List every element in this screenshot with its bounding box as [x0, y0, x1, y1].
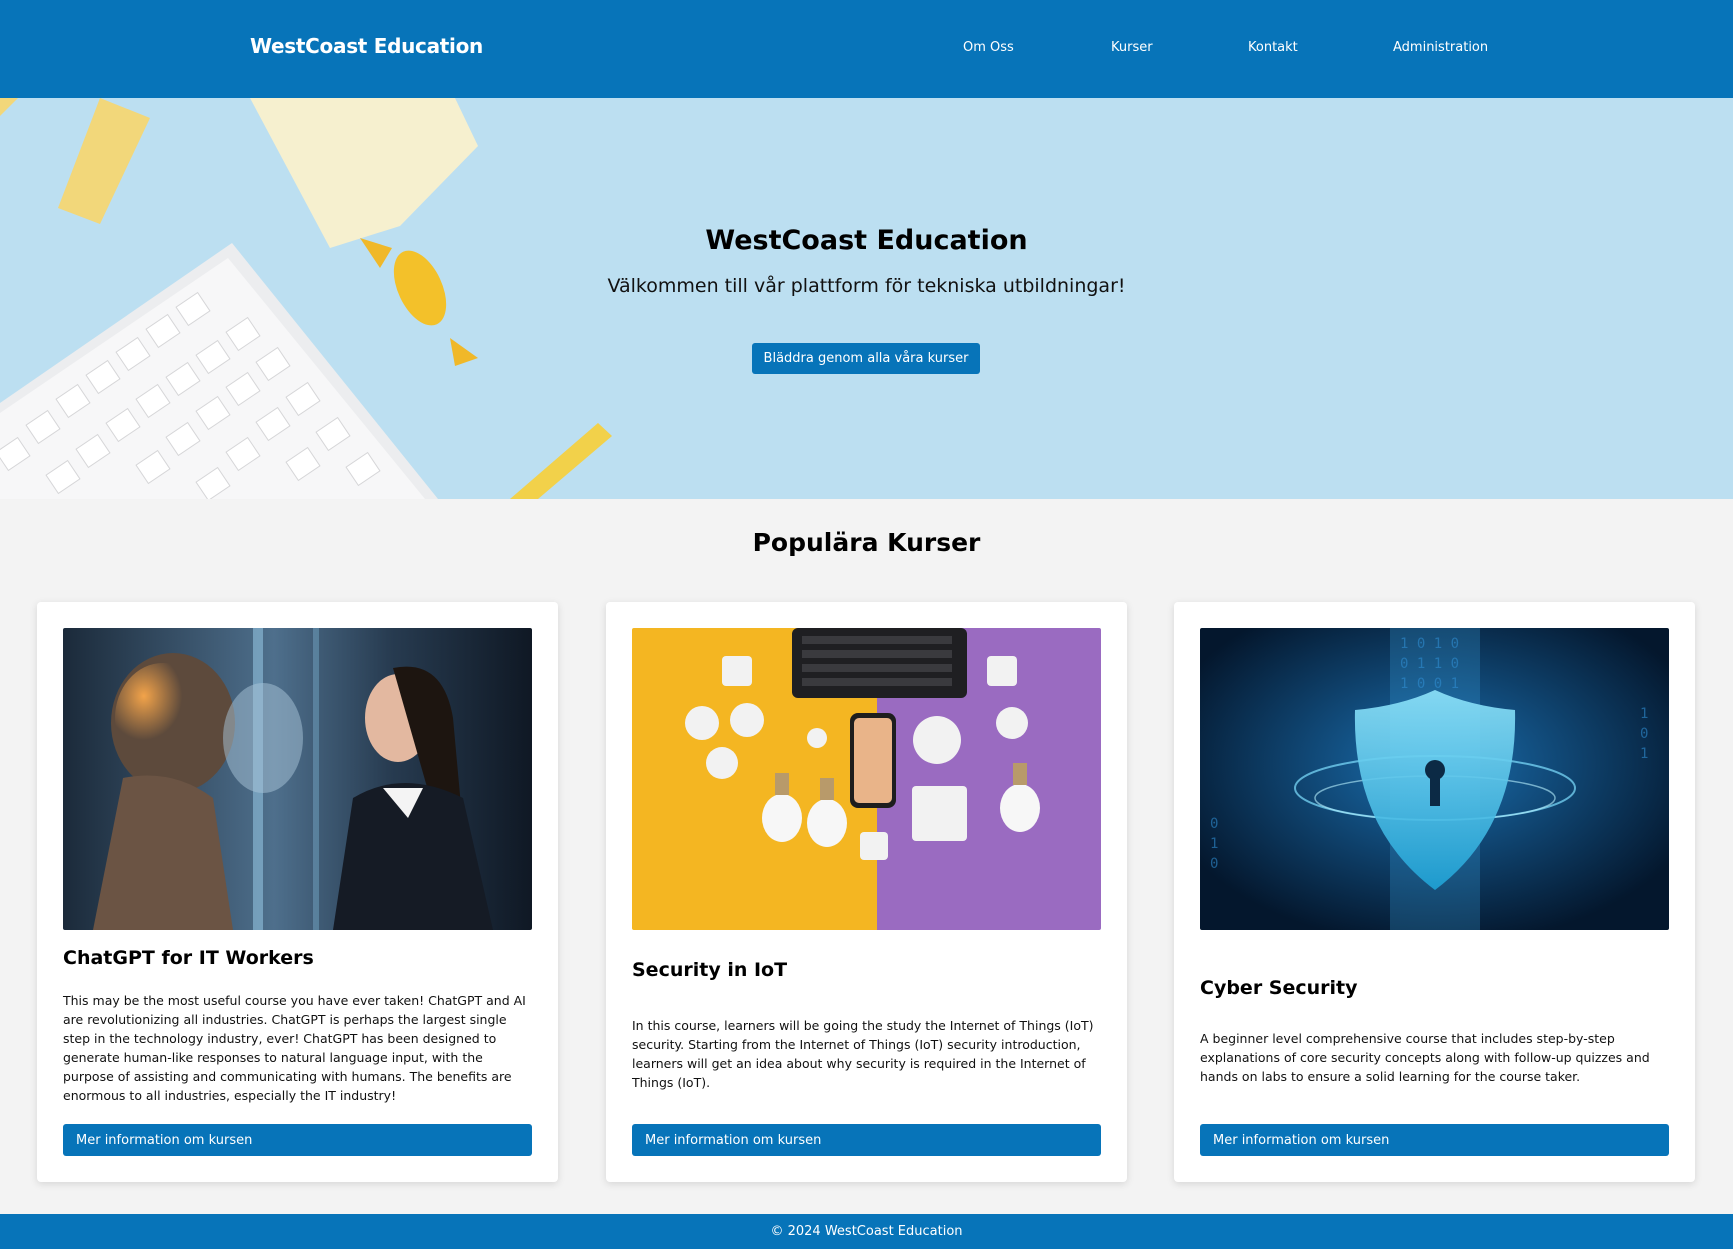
nav-kontakt[interactable]: Kontakt	[1248, 40, 1298, 55]
ai-robot-and-woman-image	[63, 628, 532, 930]
hero-desk-image	[0, 98, 612, 499]
svg-text:1: 1	[1640, 706, 1648, 722]
site-header: WestCoast Education Om Oss Kurser Kontak…	[0, 0, 1733, 98]
hero-banner: WestCoast Education Välkommen till vår p…	[0, 98, 1733, 499]
more-info-button[interactable]: Mer information om kursen	[632, 1124, 1101, 1156]
hero-subtitle: Välkommen till vår plattform för teknisk…	[607, 275, 1126, 297]
hero-title: WestCoast Education	[705, 225, 1028, 256]
course-card-chatgpt: ChatGPT for IT Workers This may be the m…	[37, 602, 558, 1182]
course-description: A beginner level comprehensive course th…	[1200, 1031, 1650, 1084]
svg-text:1: 1	[1210, 836, 1218, 852]
brand-logo[interactable]: WestCoast Education	[250, 34, 483, 58]
course-title: Cyber Security	[1200, 977, 1358, 999]
nav-administration[interactable]: Administration	[1393, 40, 1488, 55]
iot-devices-image	[632, 628, 1101, 930]
popular-courses-heading: Populära Kurser	[752, 528, 981, 557]
more-info-button[interactable]: Mer information om kursen	[63, 1124, 532, 1156]
svg-text:0: 0	[1210, 816, 1218, 832]
svg-text:0: 0	[1210, 856, 1218, 872]
nav-kurser[interactable]: Kurser	[1111, 40, 1153, 55]
course-description: This may be the most useful course you h…	[63, 993, 526, 1103]
course-title: Security in IoT	[632, 959, 788, 981]
course-description: In this course, learners will be going t…	[632, 1018, 1094, 1090]
svg-text:1: 1	[1640, 746, 1648, 762]
site-footer: © 2024 WestCoast Education	[0, 1214, 1733, 1249]
footer-copyright: © 2024 WestCoast Education	[770, 1224, 963, 1239]
course-title: ChatGPT for IT Workers	[63, 947, 314, 969]
course-card-iot: Security in IoT In this course, learners…	[606, 602, 1127, 1182]
more-info-button[interactable]: Mer information om kursen	[1200, 1124, 1669, 1156]
svg-text:1 0 1 0: 1 0 1 0	[1400, 636, 1459, 652]
security-shield-image: 1 0 1 0 0 1 1 0 1 0 0 1 1 0 1 0 1 0	[1200, 628, 1669, 930]
svg-text:1 0 0 1: 1 0 0 1	[1400, 676, 1459, 692]
browse-courses-button[interactable]: Bläddra genom alla våra kurser	[752, 343, 980, 374]
nav-om-oss[interactable]: Om Oss	[963, 40, 1014, 55]
svg-text:0: 0	[1640, 726, 1648, 742]
course-card-cyber: 1 0 1 0 0 1 1 0 1 0 0 1 1 0 1 0 1 0 Cybe…	[1174, 602, 1695, 1182]
svg-text:0 1 1 0: 0 1 1 0	[1400, 656, 1459, 672]
